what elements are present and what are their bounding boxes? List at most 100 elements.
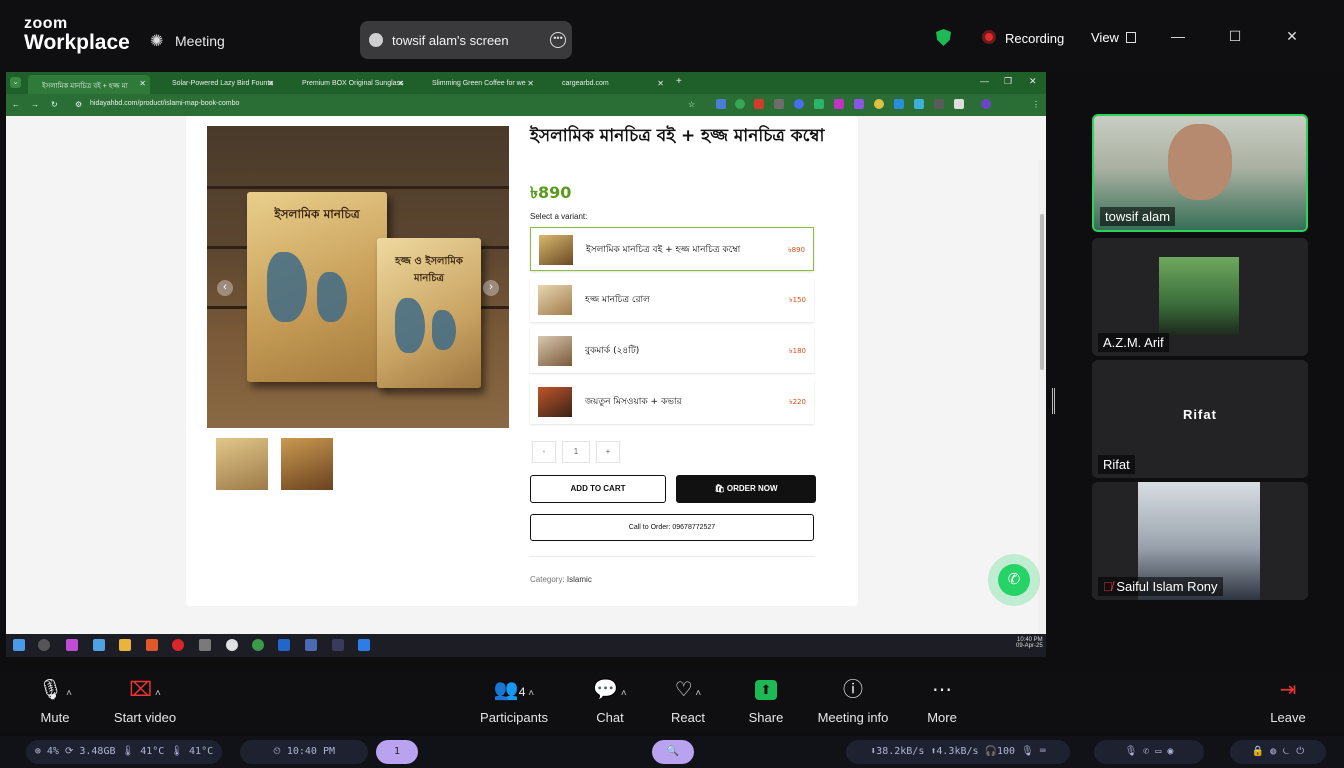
puzzle-icon[interactable] (954, 99, 964, 109)
extension-icon[interactable] (774, 99, 784, 109)
share-button[interactable]: ⬆ Share (721, 672, 811, 732)
meeting-label[interactable]: Meeting (175, 33, 225, 49)
browser-menu-icon[interactable]: ⋮ (1032, 100, 1040, 109)
extension-icon[interactable] (735, 99, 745, 109)
leave-button[interactable]: ⇥ Leave (1243, 672, 1333, 732)
close-tab-icon[interactable]: ✕ (397, 79, 404, 88)
product-image[interactable]: ইসলামিক মানচিত্র হজ্জ ও ইসলামিক মানচিত্র… (207, 126, 509, 428)
start-icon[interactable] (13, 639, 25, 651)
tray-icons[interactable]: 🎙 ✆ ▭ ◉ (1094, 740, 1204, 764)
minimize-icon[interactable]: — (1168, 28, 1188, 46)
close-tab-icon[interactable]: ✕ (657, 79, 664, 88)
category-link[interactable]: Islamic (567, 575, 592, 584)
view-button[interactable]: View (1091, 30, 1119, 45)
variant-option[interactable]: ইসলামিক মানচিত্র বই + হজ্জ মানচিত্র কম্ব… (530, 227, 814, 271)
tab-list-icon[interactable]: ⌄ (10, 77, 21, 88)
order-now-button[interactable]: 🛍 ORDER NOW (676, 475, 816, 503)
variant-option[interactable]: হজ্জ মানচিত্র রোল ৳150 (530, 278, 814, 322)
extension-icon[interactable] (854, 99, 864, 109)
more-button[interactable]: ⋯ More (897, 672, 987, 732)
reload-icon[interactable]: ↻ (51, 100, 58, 109)
product-thumbnail[interactable] (281, 438, 333, 490)
view-grid-icon[interactable] (1126, 32, 1136, 43)
forward-icon[interactable]: → (31, 100, 39, 109)
encryption-shield-icon[interactable] (936, 29, 951, 46)
opera-icon[interactable] (172, 639, 184, 651)
mute-button[interactable]: 🎙 ˄ Mute (10, 672, 100, 732)
more-options-icon[interactable]: ••• (550, 32, 566, 48)
close-tab-icon[interactable]: ✕ (267, 79, 274, 88)
extension-icon[interactable] (894, 99, 904, 109)
copilot-icon[interactable] (66, 639, 78, 651)
variant-option[interactable]: বুকমার্ক (২৪টি) ৳180 (530, 329, 814, 373)
profile-avatar[interactable] (981, 99, 991, 109)
qty-increase-button[interactable]: + (596, 441, 620, 463)
extension-icon[interactable] (834, 99, 844, 109)
call-to-order-button[interactable]: Call to Order: 09678772527 (530, 514, 814, 541)
participant-tile[interactable]: Rifat Rifat (1092, 360, 1308, 478)
participant-tile[interactable]: A.Z.M. Arif (1092, 238, 1308, 356)
panel-resize-handle[interactable] (1052, 388, 1055, 414)
browser-tab[interactable]: Solar-Powered Lazy Bird Founta ✕ (158, 75, 278, 94)
chevron-up-icon[interactable]: ˄ (152, 688, 161, 699)
participant-tile[interactable]: towsif alam (1092, 114, 1308, 232)
browser-tab[interactable]: ইসলামিক মানচিত্র বই + হজ্জ মা ✕ (28, 75, 150, 94)
close-tab-icon[interactable]: ✕ (139, 79, 146, 88)
maximize-icon[interactable]: ☐ (1225, 28, 1245, 46)
add-to-cart-button[interactable]: ADD TO CART (530, 475, 666, 503)
app-icon[interactable] (226, 639, 238, 651)
meeting-info-button[interactable]: ⓘ Meeting info (808, 672, 898, 732)
browser-tab[interactable]: Slimming Green Coffee for we ✕ (418, 75, 538, 94)
chrome-icon[interactable] (252, 639, 264, 651)
app-icon[interactable] (278, 639, 290, 651)
next-image-button[interactable]: › (483, 280, 499, 296)
new-tab-button[interactable]: + (676, 76, 682, 87)
taskbar-clock[interactable]: 10:40 PM 09-Apr-25 (1016, 637, 1043, 649)
site-info-icon[interactable]: ⚙ (75, 100, 82, 109)
zoom-icon[interactable] (358, 639, 370, 651)
extension-icon[interactable] (754, 99, 764, 109)
app-icon[interactable] (305, 639, 317, 651)
recording-label[interactable]: Recording (1005, 31, 1064, 46)
extension-icon[interactable] (914, 99, 924, 109)
extension-icon[interactable] (716, 99, 726, 109)
app-icon[interactable] (332, 639, 344, 651)
app-icon[interactable] (199, 639, 211, 651)
search-icon[interactable] (38, 639, 50, 651)
qty-decrease-button[interactable]: - (532, 441, 556, 463)
extension-icon[interactable] (814, 99, 824, 109)
browser-tab[interactable]: Premium BOX Original Sunglass ✕ (288, 75, 408, 94)
start-video-button[interactable]: ⌧ ˄ Start video (100, 672, 190, 732)
scrollbar-thumb[interactable] (1040, 214, 1044, 370)
product-thumbnail[interactable] (216, 438, 268, 490)
status-clock[interactable]: ⏲ 10:40 PM (240, 740, 368, 764)
restore-icon[interactable]: ❐ (1004, 76, 1012, 87)
quantity-input[interactable]: 1 (562, 441, 590, 463)
react-button[interactable]: ♡ ˄ React (643, 672, 733, 732)
extension-icon[interactable] (794, 99, 804, 109)
close-icon[interactable]: ✕ (1282, 28, 1302, 46)
folder-icon[interactable] (119, 639, 131, 651)
variant-option[interactable]: জয়তুন মিসওয়াক + কভার ৳220 (530, 380, 814, 424)
back-icon[interactable]: ← (12, 100, 20, 109)
app-icon[interactable] (93, 639, 105, 651)
chevron-up-icon[interactable]: ˄ (63, 688, 72, 699)
launcher-search-icon[interactable]: 🔍 (652, 740, 694, 764)
url-field[interactable]: hidayahbd.com/product/islami-map-book-co… (90, 100, 239, 107)
power-controls[interactable]: 🔒 ◍ ⏾ ⏻ (1230, 740, 1326, 764)
prev-image-button[interactable]: ‹ (217, 280, 233, 296)
whatsapp-button[interactable]: ✆ (988, 554, 1040, 606)
extension-icon[interactable] (874, 99, 884, 109)
chevron-up-icon[interactable]: ˄ (618, 688, 627, 699)
participant-tile[interactable]: 🎙̸ Saiful Islam Rony (1092, 482, 1308, 600)
minimize-icon[interactable]: — (980, 76, 989, 86)
brave-icon[interactable] (146, 639, 158, 651)
extension-icon[interactable] (934, 99, 944, 109)
browser-tab[interactable]: cargearbd.com ✕ (548, 75, 668, 94)
workspace-indicator[interactable]: 1 (376, 740, 418, 764)
chevron-up-icon[interactable]: ˄ (693, 688, 701, 699)
recording-icon[interactable] (982, 30, 996, 44)
close-icon[interactable]: ✕ (1029, 76, 1037, 87)
chat-button[interactable]: 💬 ˄ Chat (565, 672, 655, 732)
bookmark-star-icon[interactable]: ☆ (688, 100, 695, 109)
